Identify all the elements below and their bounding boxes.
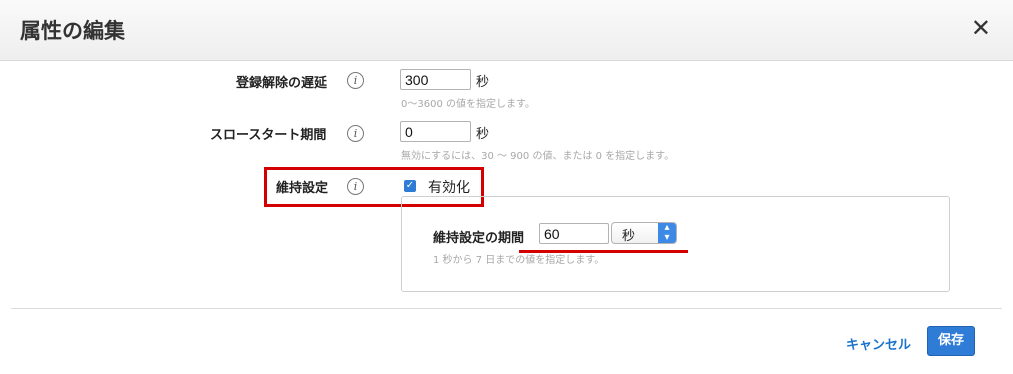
close-icon[interactable]: ✕: [971, 14, 991, 42]
deregistration-delay-label: 登録解除の遅延: [236, 76, 328, 91]
slow-start-unit: 秒: [476, 127, 490, 142]
cancel-button[interactable]: キャンセル: [846, 334, 911, 353]
info-icon[interactable]: i: [347, 178, 364, 195]
duration-unit-value: 秒: [622, 229, 636, 244]
stickiness-duration-input[interactable]: [539, 223, 609, 244]
deregistration-delay-input[interactable]: [400, 69, 471, 90]
chevron-up-down-icon: ▴ ▾: [658, 223, 676, 243]
deregistration-delay-hint: 0〜3600 の値を指定します。: [401, 99, 535, 110]
info-icon[interactable]: i: [347, 72, 364, 89]
slow-start-label: スロースタート期間: [210, 128, 327, 143]
stickiness-duration-label: 維持設定の期間: [433, 231, 525, 246]
deregistration-delay-unit: 秒: [476, 75, 490, 90]
slow-start-hint: 無効にするには、30 〜 900 の値、または 0 を指定します。: [401, 151, 675, 162]
dialog-header: 属性の編集 ✕: [0, 0, 1013, 61]
duration-unit-select[interactable]: 秒 ▴ ▾: [611, 222, 677, 244]
slow-start-input[interactable]: [400, 121, 471, 142]
dialog-title: 属性の編集: [20, 19, 125, 43]
stickiness-label: 維持設定: [276, 181, 329, 196]
stickiness-checkbox[interactable]: ✓: [404, 180, 416, 192]
info-icon[interactable]: i: [347, 125, 364, 142]
stickiness-enable-label: 有効化: [428, 180, 470, 196]
save-button[interactable]: 保存: [927, 326, 975, 356]
footer-divider: [11, 308, 1002, 309]
stickiness-duration-hint: 1 秒から 7 日までの値を指定します。: [433, 255, 605, 266]
